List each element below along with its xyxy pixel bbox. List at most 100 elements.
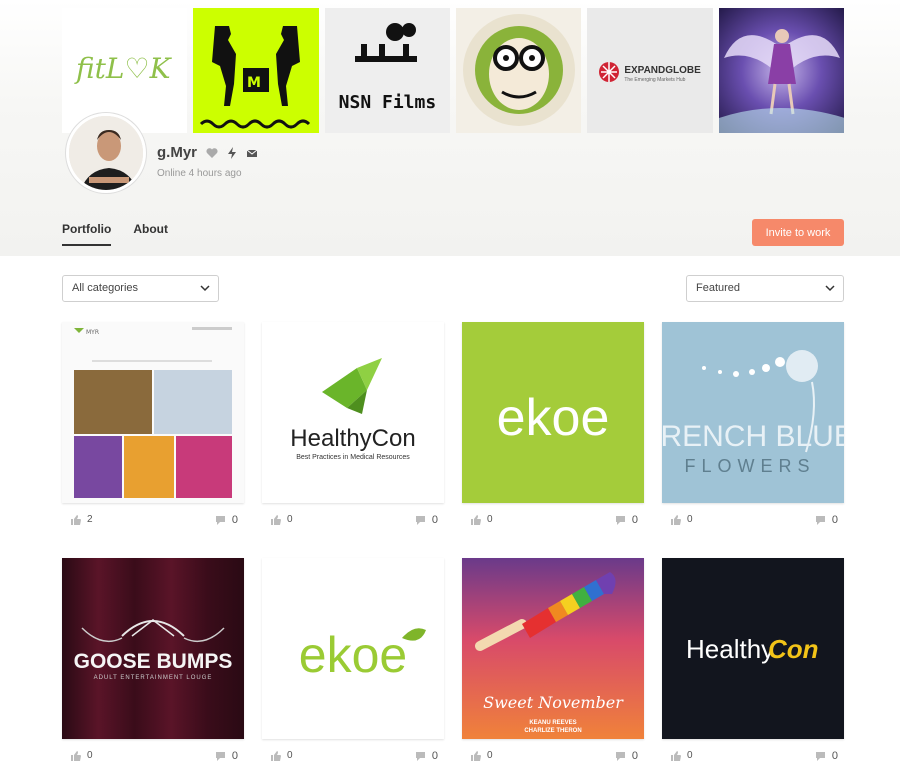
expand-title: EXPANDGLOBE [624,65,701,76]
like-button[interactable]: 0 [470,514,493,525]
card-thumbnail[interactable]: Sweet November KEANU REEVES CHARLIZE THE… [462,558,644,739]
like-count: 0 [287,750,293,761]
angel-artwork [718,29,844,133]
portfolio-card[interactable]: ekoe 0 0 [462,322,644,526]
like-count: 0 [687,514,693,525]
comment-button[interactable]: 0 [815,514,838,526]
portfolio-card[interactable]: GOOSE BUMPS ADULT ENTERTAINMENT LOUGE 0 … [62,558,244,762]
like-button[interactable]: 0 [70,750,93,761]
comment-icon [415,515,425,525]
mtv-artwork: M [200,26,311,129]
like-button[interactable]: 0 [470,750,493,761]
comment-icon [215,751,225,761]
cover-tile-fitlook[interactable]: fitL♡K [62,8,188,133]
category-select[interactable]: All categories [62,275,219,302]
card-meta: 0 0 [462,514,644,528]
sort-select[interactable]: Featured [686,275,844,302]
card-thumbnail[interactable]: FRENCH BLUE FLOWERS [662,322,844,503]
comment-button[interactable]: 0 [615,514,638,526]
cover-tile-nsn[interactable]: NSN Films [324,8,450,133]
goose-bumps-logo: GOOSE BUMPS ADULT ENTERTAINMENT LOUGE [74,619,233,681]
portfolio-card[interactable]: MYR 2 0 [62,322,244,526]
chevron-down-icon [825,285,835,292]
envelope-icon[interactable] [246,146,258,158]
comment-icon [815,515,825,525]
like-button[interactable]: 0 [270,750,293,761]
comment-button[interactable]: 0 [415,514,438,526]
card-thumbnail[interactable]: GOOSE BUMPS ADULT ENTERTAINMENT LOUGE [62,558,244,739]
comment-button[interactable]: 0 [215,514,238,526]
svg-text:MYR: MYR [86,329,99,336]
comment-count: 0 [631,514,638,526]
svg-text:M: M [247,75,261,91]
card-thumbnail[interactable]: ekoe [462,322,644,503]
comment-count: 0 [231,750,238,762]
cover-tile-cartoon[interactable] [455,8,582,133]
healthycon-dark-logo: Healthy Con [686,634,819,664]
cover-tile-mtv[interactable]: M [193,8,319,133]
cover-tile-angel[interactable] [718,8,844,133]
comment-button[interactable]: 0 [815,750,838,762]
invite-to-work-button[interactable]: Invite to work [752,219,844,246]
avatar[interactable] [66,113,146,193]
card-thumbnail[interactable]: MYR [62,322,244,503]
comment-count: 0 [231,514,238,526]
healthycon-logo: HealthyCon Best Practices in Medical Res… [290,358,416,461]
svg-text:ekoe: ekoe [299,627,407,683]
thumbs-up-icon [471,515,481,525]
comment-icon [615,751,625,761]
card-meta: 0 0 [262,514,444,528]
category-select-value: All categories [72,282,139,294]
thumbs-up-icon [271,751,281,761]
portfolio-card[interactable]: Sweet November KEANU REEVES CHARLIZE THE… [462,558,644,762]
portfolio-card[interactable]: FRENCH BLUE FLOWERS 0 0 [662,322,844,526]
myr-website-preview: MYR [62,322,244,503]
cover-tile-expandglobe[interactable]: EXPANDGLOBE The Emerging Markets Hub [587,8,713,133]
thumbs-up-icon [671,515,681,525]
chevron-down-icon [200,285,210,292]
svg-text:ADULT ENTERTAINMENT LOUGE: ADULT ENTERTAINMENT LOUGE [94,675,213,681]
tab-portfolio[interactable]: Portfolio [62,222,112,246]
thumbs-up-icon [71,515,81,525]
card-meta: 2 0 [62,514,244,528]
card-thumbnail[interactable]: HealthyCon Best Practices in Medical Res… [262,322,444,503]
thumbs-up-icon [471,751,481,761]
profile-tabs: Portfolio About [62,222,168,246]
portfolio-card[interactable]: Healthy Con 0 0 [662,558,844,762]
comment-button[interactable]: 0 [415,750,438,762]
like-button[interactable]: 2 [70,514,93,525]
comment-button[interactable]: 0 [615,750,638,762]
profile-header: fitL♡K M NSN Films EXPANDGLOBE The Emerg… [0,0,900,256]
like-count: 0 [687,750,693,761]
comment-icon [215,515,225,525]
cover-gallery: fitL♡K M NSN Films EXPANDGLOBE The Emerg… [62,8,844,133]
username[interactable]: g.Myr [157,144,197,161]
svg-text:HealthyCon: HealthyCon [290,425,415,452]
thumbs-up-icon [671,751,681,761]
svg-text:CHARLIZE THERON: CHARLIZE THERON [524,728,581,734]
comment-count: 0 [431,750,438,762]
sort-select-value: Featured [696,282,741,294]
french-blue-logo: FRENCH BLUE FLOWERS [662,350,844,476]
comment-count: 0 [831,514,838,526]
like-button[interactable]: 0 [270,514,293,525]
card-thumbnail[interactable]: Healthy Con [662,558,844,739]
card-meta: 0 0 [662,514,844,528]
lightning-icon[interactable] [226,146,238,159]
card-meta: 0 0 [62,750,244,764]
svg-text:Sweet November: Sweet November [483,693,624,712]
comment-count: 0 [431,514,438,526]
heart-icon[interactable] [206,146,218,158]
portfolio-card[interactable]: HealthyCon Best Practices in Medical Res… [262,322,444,526]
portfolio-card[interactable]: ekoe 0 0 [262,558,444,762]
svg-text:GOOSE BUMPS: GOOSE BUMPS [74,650,233,673]
tab-about[interactable]: About [133,222,168,246]
globe-icon [599,62,620,82]
like-button[interactable]: 0 [670,514,693,525]
like-button[interactable]: 0 [670,750,693,761]
like-count: 0 [287,514,293,525]
comment-button[interactable]: 0 [215,750,238,762]
card-thumbnail[interactable]: ekoe [262,558,444,739]
like-count: 2 [87,514,93,525]
svg-text:KEANU REEVES: KEANU REEVES [529,720,576,726]
